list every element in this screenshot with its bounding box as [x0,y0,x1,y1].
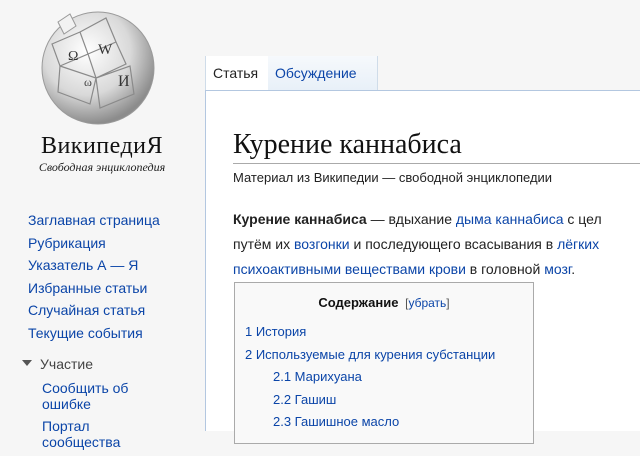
toc-header: Содержание [убрать] [235,295,533,310]
nav-report-error[interactable]: Сообщить об ошибке [42,380,162,412]
site-wordmark: ВикипедиЯ [40,133,164,159]
lead-text: путём их [233,236,295,252]
participation-section-toggle[interactable]: Участие [22,356,93,372]
section-title: Участие [40,356,93,372]
article-content: Курение каннабиса Материал из Википедии … [205,90,640,444]
lead-text: — вдыхание [366,211,456,227]
wikipedia-globe-logo[interactable]: Ω W И ω [30,4,165,128]
link-brain[interactable]: мозг [544,261,571,277]
toc-list: 1 История 2 Используемые для курения суб… [245,321,495,434]
svg-text:ω: ω [84,75,92,89]
toc-item-hash-oil[interactable]: 2.3 Гашишное масло [245,411,495,434]
lead-text: . [571,261,576,277]
nav-index[interactable]: Указатель А — Я [28,254,160,277]
lead-bold-term: Курение каннабиса [233,211,367,227]
svg-text:W: W [98,42,113,58]
nav-categories[interactable]: Рубрикация [28,232,160,255]
link-psychoactive[interactable]: психоактивными веществами [233,261,425,277]
lead-text: в головной [465,261,545,277]
toc-item-hashish[interactable]: 2.2 Гашиш [245,389,495,412]
page-subtitle: Материал из Википедии — свободной энцикл… [233,170,553,185]
tab-talk[interactable]: Обсуждение [268,56,378,90]
lead-text: и последующего всасывания в [349,236,558,252]
link-cannabis[interactable]: каннабиса [495,211,563,227]
toc-item-substances[interactable]: 2 Используемые для курения субстанции [245,344,495,367]
toc-bracket: ] [446,296,450,310]
site-tagline: Свободная энциклопедия [38,160,166,174]
toc-hide-link[interactable]: убрать [408,296,446,310]
page-title: Курение каннабиса [233,129,462,160]
sidebar-nav: Заглавная страница Рубрикация Указатель … [28,209,160,344]
participation-nav: Сообщить об ошибке Портал сообщества [42,380,162,456]
link-sublimation[interactable]: возгонки [294,236,350,252]
tab-article[interactable]: Статья [205,56,275,90]
lead-paragraph: Курение каннабиса — вдыхание дыма каннаб… [233,207,640,282]
nav-current-events[interactable]: Текущие события [28,322,160,345]
table-of-contents: Содержание [убрать] 1 История 2 Использу… [234,282,534,444]
svg-text:И: И [118,73,130,90]
toc-item-marijuana[interactable]: 2.1 Марихуана [245,366,495,389]
toc-toggle[interactable]: [убрать] [405,296,450,310]
nav-featured[interactable]: Избранные статьи [28,277,160,300]
nav-main-page[interactable]: Заглавная страница [28,209,160,232]
nav-random[interactable]: Случайная статья [28,299,160,322]
lead-text: с цел [563,211,602,227]
toc-title: Содержание [318,295,399,310]
nav-community-portal[interactable]: Портал сообщества [42,418,162,450]
toc-item-history[interactable]: 1 История [245,321,495,344]
title-divider [233,163,640,164]
link-lungs[interactable]: лёгких [557,236,599,252]
link-smoke[interactable]: дыма [456,211,492,227]
svg-text:Ω: Ω [68,49,78,64]
collapse-triangle-icon [22,360,32,367]
link-blood[interactable]: крови [429,261,466,277]
